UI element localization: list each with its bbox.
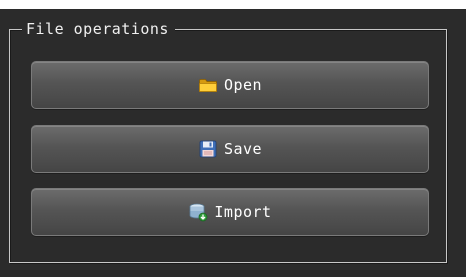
open-button-label: Open — [223, 76, 263, 94]
save-button-label: Save — [223, 140, 263, 158]
groupbox-title: File operations — [22, 18, 175, 40]
import-button-label: Import — [214, 203, 272, 221]
floppy-disk-icon — [199, 140, 217, 158]
import-button[interactable]: Import — [31, 188, 429, 236]
save-button[interactable]: Save — [31, 125, 429, 173]
folder-icon — [199, 79, 217, 92]
import-button-content: Import — [188, 202, 271, 222]
database-import-icon — [190, 203, 208, 222]
open-button-content: Open — [198, 75, 262, 95]
top-strip — [0, 0, 466, 9]
open-button[interactable]: Open — [31, 61, 429, 109]
save-button-content: Save — [198, 139, 262, 159]
